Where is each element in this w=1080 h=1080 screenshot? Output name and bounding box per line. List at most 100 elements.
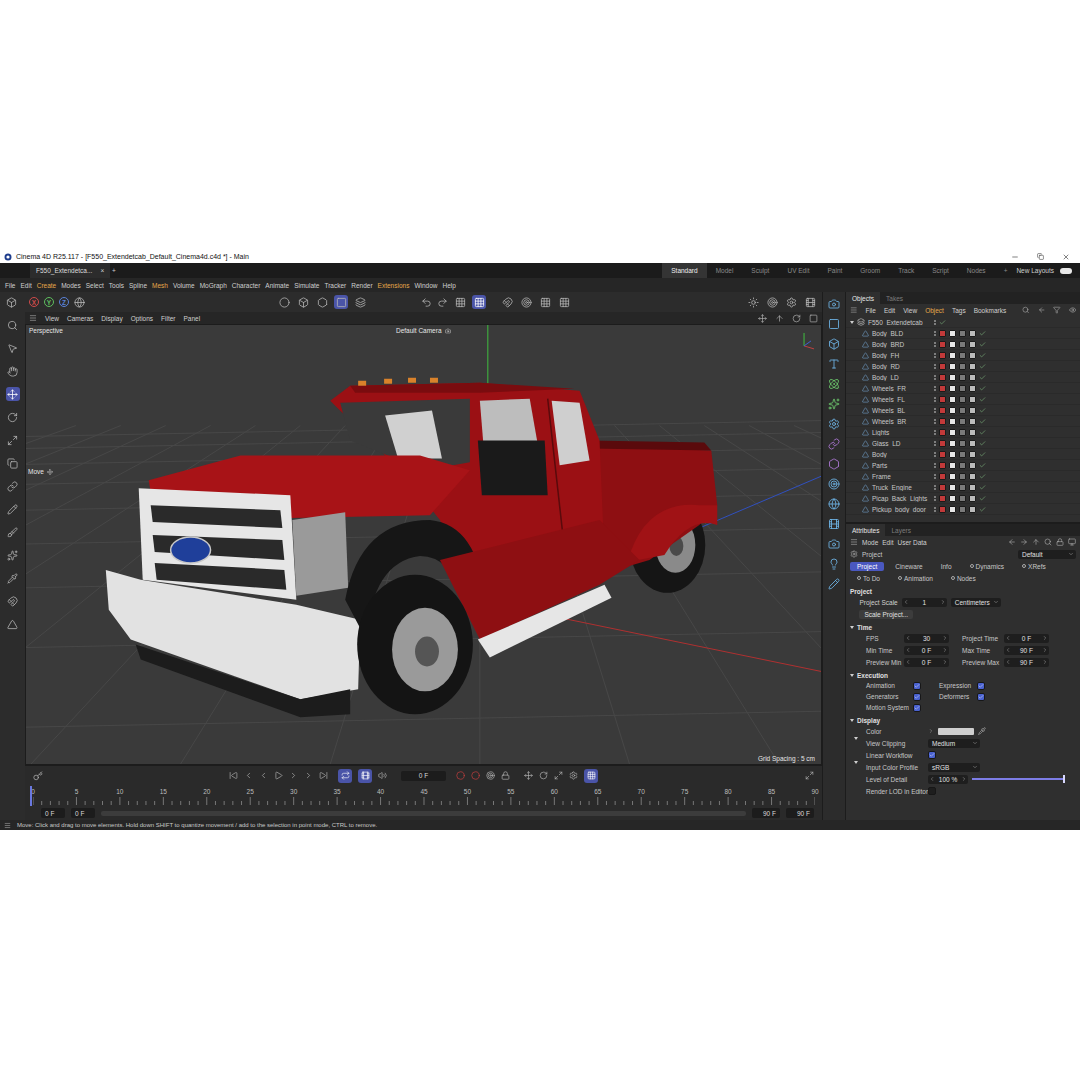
material-tag[interactable] [969,484,976,491]
tool-button[interactable] [6,364,20,378]
material-tag[interactable] [949,418,956,425]
material-tag[interactable] [969,407,976,414]
bevel-icon[interactable] [7,619,18,630]
objects-menu-item[interactable]: Bookmarks [974,307,1007,314]
material-tag[interactable] [959,451,966,458]
lock-icon[interactable] [1056,538,1064,546]
menu-item[interactable]: Modes [61,282,81,289]
tool-button[interactable] [6,433,20,447]
objects-menu-item[interactable]: File [865,307,875,314]
polygon-object-icon[interactable] [862,352,869,359]
frame-ruler[interactable]: 051015202530354045505560657075808590 [33,785,815,807]
enabled-icon[interactable] [979,363,986,370]
panel-menu-icon[interactable] [850,306,857,314]
tree-row[interactable]: Body_LD [846,372,1080,383]
tool-button[interactable] [6,617,20,631]
loop-icon[interactable] [341,771,350,780]
key-rotation-icon[interactable] [539,771,548,780]
material-tag[interactable] [949,429,956,436]
tool-button[interactable] [6,341,20,355]
layout-toggle[interactable] [1060,268,1072,274]
layout-tab[interactable]: Track [889,263,923,278]
enabled-icon[interactable] [979,352,986,359]
panel-tab[interactable]: Takes [880,292,909,304]
material-tag[interactable] [959,374,966,381]
increment-icon[interactable] [942,647,948,653]
polygon-object-icon[interactable] [862,341,869,348]
lod-slider[interactable] [972,778,1064,780]
brush-icon[interactable] [7,527,18,538]
increment-icon[interactable] [1042,659,1048,665]
material-tag[interactable] [969,341,976,348]
material-tag[interactable] [949,473,956,480]
value-field[interactable]: 0 F [904,646,949,655]
material-tag[interactable] [949,451,956,458]
tree-row[interactable]: Body_BRD [846,339,1080,350]
material-tag[interactable] [939,484,946,491]
decrement-icon[interactable] [905,647,911,653]
tree-row[interactable]: Glass_LD [846,438,1080,449]
range-start-field[interactable]: 0 F [41,808,65,818]
render-icon[interactable] [828,518,840,530]
material-tag[interactable] [939,363,946,370]
enabled-icon[interactable] [979,495,986,502]
mode-button[interactable] [277,295,291,309]
attribute-tab[interactable]: Animation [891,574,940,583]
material-tag[interactable] [949,385,956,392]
viewport-menu-item[interactable]: Options [131,315,153,322]
tree-row[interactable]: Wheels_FR [846,383,1080,394]
attributes-menu-item[interactable]: User Data [897,539,926,546]
field-icon[interactable] [828,438,840,450]
project-icon[interactable] [850,550,858,558]
viewport-menu-item[interactable]: Cameras [67,315,93,322]
key-param-icon[interactable] [569,771,578,780]
panel-tab[interactable]: Layers [885,524,917,536]
menu-item[interactable]: Character [232,282,261,289]
material-tag[interactable] [959,418,966,425]
viewport-menu-item[interactable]: Display [101,315,122,322]
enabled-icon[interactable] [979,429,986,436]
group-heading[interactable]: Execution [846,668,1080,680]
menu-item[interactable]: Mesh [152,282,168,289]
tree-row[interactable]: Body_FH [846,350,1080,361]
fps-icon[interactable] [361,771,370,780]
layout-tab[interactable]: Groom [851,263,889,278]
menu-item[interactable]: Create [37,282,57,289]
value-field[interactable]: 0 F [1004,634,1049,643]
layout-tab[interactable]: Script [923,263,958,278]
polygon-object-icon[interactable] [862,495,869,502]
tool-button[interactable] [6,387,20,401]
truck-model[interactable] [106,378,717,717]
playhead[interactable] [30,786,36,806]
material-tag[interactable] [959,363,966,370]
material-tag[interactable] [969,440,976,447]
mesh-mode-icon[interactable] [317,297,328,308]
close-window-icon[interactable] [1062,253,1070,261]
polygon-object-icon[interactable] [862,451,869,458]
new-manager-icon[interactable] [1068,538,1076,546]
enabled-icon[interactable] [979,440,986,447]
increment-icon[interactable] [942,659,948,665]
add-layout-button[interactable]: + [995,263,1017,278]
increment-icon[interactable] [1042,635,1048,641]
enabled-icon[interactable] [979,451,986,458]
increment-icon[interactable] [961,776,967,782]
sound-icon[interactable] [378,771,387,780]
volume-icon[interactable] [828,458,840,470]
polygon-object-icon[interactable] [862,429,869,436]
checkbox[interactable] [977,682,985,690]
menu-item[interactable]: Render [351,282,372,289]
layout-tab[interactable]: Standard [662,263,706,278]
axis-button[interactable]: Z [59,297,69,307]
objects-menu-item[interactable]: Object [925,307,944,314]
tree-row[interactable]: F550_Extendetcab [846,317,1080,328]
quantize-icon[interactable] [559,297,570,308]
cube-icon[interactable] [828,338,840,350]
add-tab-button[interactable]: + [110,267,116,274]
layout-tab[interactable]: Model [707,263,743,278]
material-tag[interactable] [969,352,976,359]
spline-icon[interactable] [828,578,840,590]
attribute-tab[interactable]: Nodes [944,574,983,583]
knife-icon[interactable] [7,573,18,584]
material-tag[interactable] [959,429,966,436]
